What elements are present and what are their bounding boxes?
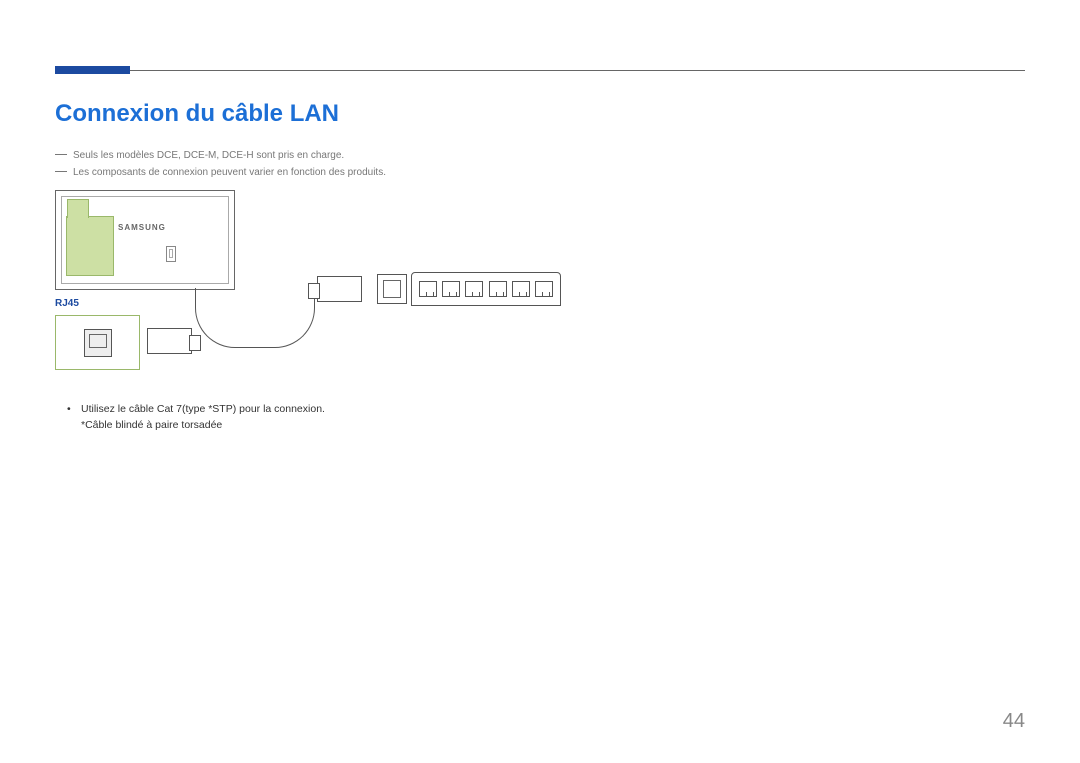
switch-port-icon	[535, 281, 553, 297]
rj45-jack-opening	[383, 280, 401, 298]
rj45-jack-icon	[377, 274, 407, 304]
lan-cable-icon	[195, 288, 315, 348]
switch-port-icon	[512, 281, 530, 297]
note-components: Les composants de connexion peuvent vari…	[55, 167, 1025, 178]
header-accent-bar	[55, 66, 130, 74]
page-title: Connexion du câble LAN	[55, 100, 1025, 128]
rj45-label: RJ45	[55, 298, 79, 309]
switch-port-icon	[465, 281, 483, 297]
instruction-list: Utilisez le câble Cat 7(type *STP) pour …	[55, 402, 1025, 434]
instruction-line2: *Câble blindé à paire torsadée	[81, 418, 1025, 434]
page-number: 44	[1003, 710, 1025, 733]
lan-port-highlight	[66, 216, 114, 276]
page-content: Connexion du câble LAN Seuls les modèles…	[55, 100, 1025, 434]
small-port-icon	[166, 246, 176, 262]
brand-logo-text: SAMSUNG	[118, 223, 166, 232]
lan-plug-left-icon	[147, 328, 192, 354]
switch-port-icon	[419, 281, 437, 297]
note-models: Seuls les modèles DCE, DCE-M, DCE-H sont…	[55, 150, 1025, 161]
switch-port-icon	[489, 281, 507, 297]
display-back-panel-icon: SAMSUNG	[55, 190, 235, 290]
network-switch-icon	[411, 272, 561, 306]
header-rule	[55, 70, 1025, 71]
connection-diagram: SAMSUNG RJ45	[55, 190, 575, 380]
instruction-item: Utilisez le câble Cat 7(type *STP) pour …	[55, 402, 1025, 434]
rj45-port-icon	[84, 329, 112, 357]
lan-plug-right-icon	[317, 276, 362, 302]
switch-port-icon	[442, 281, 460, 297]
instruction-line1: Utilisez le câble Cat 7(type *STP) pour …	[81, 403, 325, 415]
rj45-port-closeup	[55, 315, 140, 370]
